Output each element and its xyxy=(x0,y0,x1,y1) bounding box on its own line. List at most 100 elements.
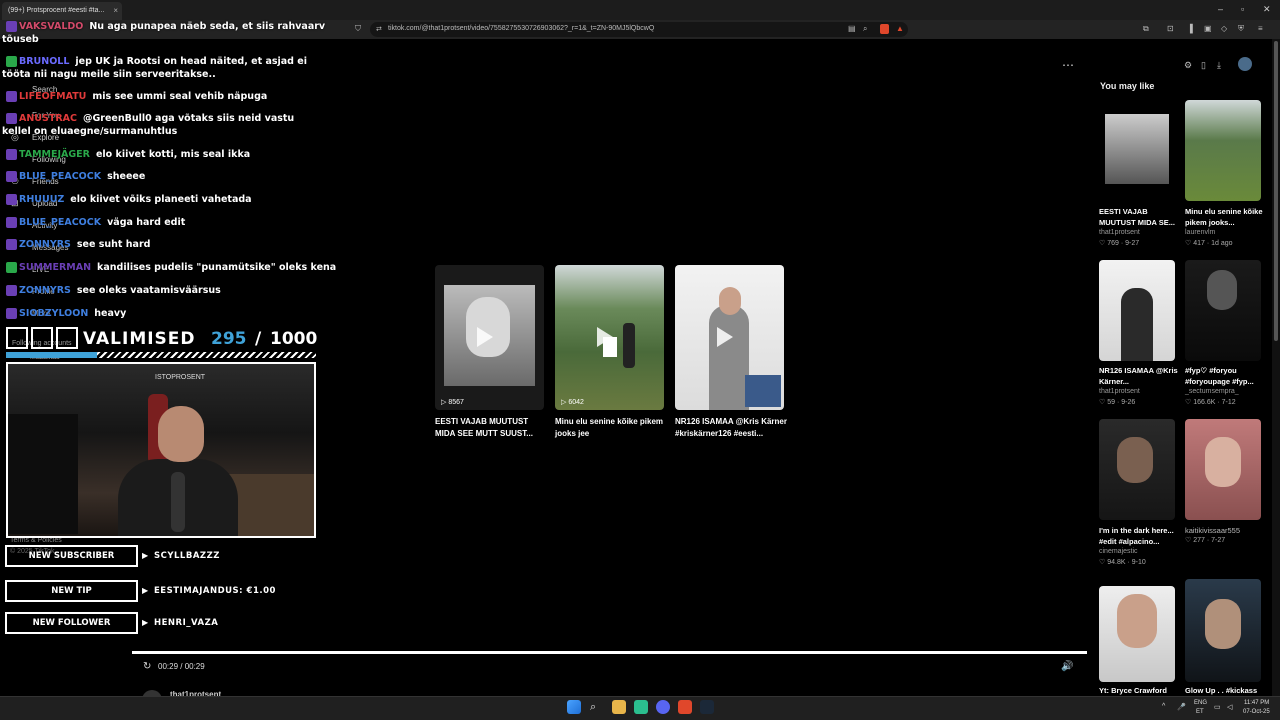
arrow-icon: ▶ xyxy=(142,618,149,627)
video-title[interactable]: NR126 ISAMAA @Kris Kärner #kriskärner126… xyxy=(675,416,787,440)
chat-username: BLUE_PEACOCK xyxy=(19,217,102,228)
event-value: SCYLLBAZZZ xyxy=(154,551,220,561)
recommended-author[interactable]: cinemajestic xyxy=(1099,548,1138,555)
vpn-icon[interactable]: ◇ xyxy=(1221,24,1227,33)
chat-username: RHUUUZ xyxy=(19,194,65,205)
recommended-author[interactable]: laurenvlm xyxy=(1185,229,1215,236)
volume-icon[interactable]: 🔊 xyxy=(1061,661,1073,672)
tab-close-icon[interactable]: × xyxy=(113,6,118,15)
wallet-icon[interactable]: ▣ xyxy=(1204,24,1212,33)
close-window-icon[interactable]: ✕ xyxy=(1263,4,1271,15)
recommended-title[interactable]: NR126 ISAMAA @Kris Kärner... xyxy=(1099,365,1179,387)
minimize-icon[interactable]: – xyxy=(1218,4,1223,14)
chat-message: tööta nii nagu meile siin serveeritakse.… xyxy=(2,69,216,80)
valimised-slash: / xyxy=(255,329,262,349)
bookmark-icon[interactable]: ⛉ xyxy=(355,24,361,34)
recommended-title[interactable]: #fyp♡ #foryou #foryoupage #fyp... xyxy=(1185,365,1265,387)
mic-icon[interactable]: 🎤 xyxy=(1177,703,1186,711)
shield-icon[interactable]: ⛨ xyxy=(1238,24,1244,34)
address-bar[interactable]: tiktok.com/@that1protsent/video/75582755… xyxy=(370,22,908,37)
browser-tab[interactable]: (99+) Protsprocent #eesti #ta... × xyxy=(2,2,122,20)
brave-icon[interactable] xyxy=(678,700,692,714)
clock-date[interactable]: 07-Oct-25 xyxy=(1243,709,1270,715)
chat-username: BRUNOLL xyxy=(19,56,70,67)
chat-message: elo kiivet kotti, mis seal ikka xyxy=(95,149,251,160)
chat-username: SUMMERMAN xyxy=(19,262,92,273)
recommended-thumbnail[interactable] xyxy=(1185,579,1261,682)
recommended-title[interactable]: I'm in the dark here... #edit #alpacino.… xyxy=(1099,525,1179,547)
chat-line: kellel on eluaegne/surmanuhtlus xyxy=(2,126,177,137)
event-value: EESTIMAJANDUS: €1.00 xyxy=(154,586,276,596)
recommended-author[interactable]: _sectumsempra_ xyxy=(1185,388,1239,395)
recommended-author[interactable]: that1protsent xyxy=(1099,229,1140,236)
video-title[interactable]: Minu elu senine kõike pikem jooks jee xyxy=(555,416,667,440)
recommended-thumbnail[interactable] xyxy=(1099,419,1175,520)
speaker-icon[interactable]: ◁ xyxy=(1227,703,1232,711)
chat-username: SIOBZYLOON xyxy=(19,308,89,319)
video-card[interactable]: ▷ 6042 xyxy=(555,265,664,410)
recommended-title[interactable]: Yt: Bryce Crawford xyxy=(1099,685,1179,696)
video-card[interactable]: ▷ 8567 xyxy=(435,265,544,410)
scrollbar-thumb[interactable] xyxy=(1274,41,1278,341)
tab-title: (99+) Protsprocent #eesti #ta... xyxy=(8,7,105,14)
download-icon[interactable]: ⤓ xyxy=(1217,60,1221,71)
recommended-thumbnail[interactable] xyxy=(1185,260,1261,361)
tray-chevron-icon[interactable]: ^ xyxy=(1162,703,1165,710)
app-icon[interactable] xyxy=(634,700,648,714)
user-avatar[interactable] xyxy=(1238,57,1252,71)
sidebar-icon[interactable]: ▐ xyxy=(1187,24,1193,33)
maximize-icon[interactable]: ▫ xyxy=(1241,4,1244,14)
recommended-title[interactable]: EESTI VAJAB MUUTUST MIDA SE... xyxy=(1099,206,1179,228)
webcam-label: ISTOPROSENT xyxy=(155,374,206,381)
terms-link[interactable]: Terms & Policies xyxy=(10,537,62,544)
settings-icon[interactable]: ⚙ xyxy=(1184,60,1192,71)
site-info-icon[interactable]: ⇄ xyxy=(376,25,382,33)
recommended-author[interactable]: that1protsent xyxy=(1099,388,1140,395)
chat-message: kellel on eluaegne/surmanuhtlus xyxy=(2,126,178,137)
chat-message: kandilises pudelis "punamütsike" oleks k… xyxy=(97,262,337,273)
chat-username: ZONNYRS xyxy=(19,239,71,250)
arrow-icon: ▶ xyxy=(142,586,149,595)
recommended-thumbnail[interactable] xyxy=(1099,100,1175,201)
replay-icon[interactable]: ↻ xyxy=(143,661,151,672)
video-progress-bar[interactable] xyxy=(132,651,1087,654)
chat-line: ZONNYRS see suht hard xyxy=(6,239,150,250)
video-card[interactable] xyxy=(675,265,784,410)
recommended-thumbnail[interactable] xyxy=(1099,260,1175,361)
menu-icon[interactable]: ≡ xyxy=(1258,24,1263,33)
start-icon[interactable] xyxy=(567,700,581,714)
recommended-thumbnail[interactable] xyxy=(1185,419,1261,520)
video-title[interactable]: EESTI VAJAB MUUTUST MIDA SEE MUTT SUUST.… xyxy=(435,416,547,440)
recommended-title[interactable]: Glow Up . . #kickass xyxy=(1185,685,1265,696)
translate-icon[interactable]: ⌕ xyxy=(863,24,867,34)
tabs-icon[interactable]: ⊡ xyxy=(1167,24,1174,33)
valimised-progress-fill xyxy=(6,352,98,358)
recommended-stats: ♡ 769 · 9-27 xyxy=(1099,240,1140,247)
file-explorer-icon[interactable] xyxy=(612,700,626,714)
chat-message: tõuseb xyxy=(2,34,39,45)
chat-message: mis see ummi seal vehib näpuga xyxy=(92,91,268,102)
lang-indicator[interactable]: ENG xyxy=(1194,700,1207,706)
mobile-icon[interactable]: ▯ xyxy=(1201,60,1206,71)
sub-badge-icon xyxy=(6,91,17,102)
recommended-title[interactable]: Minu elu senine kõike pikem jooks... xyxy=(1185,206,1265,228)
display-icon[interactable]: ▭ xyxy=(1214,703,1221,711)
rewards-icon[interactable]: ▲ xyxy=(896,24,904,33)
recommended-thumbnail[interactable] xyxy=(1099,586,1175,682)
clock-time[interactable]: 11:47 PM xyxy=(1244,700,1269,706)
discord-icon[interactable] xyxy=(656,700,670,714)
search-icon[interactable]: ⌕ xyxy=(590,701,604,715)
extensions-icon[interactable]: ⧉ xyxy=(1143,24,1149,34)
chat-username: LIFEOFMATU xyxy=(19,91,87,102)
sub-badge-icon xyxy=(6,149,17,160)
thumb-inset xyxy=(745,375,781,407)
recommended-title[interactable]: kaitikivissaar555 xyxy=(1185,525,1265,536)
sub-badge-icon xyxy=(6,21,17,32)
brave-shield-icon[interactable] xyxy=(880,24,889,34)
steam-icon[interactable] xyxy=(700,700,714,714)
recommended-thumbnail[interactable] xyxy=(1185,100,1261,201)
more-options-icon[interactable]: ⋯ xyxy=(1062,58,1074,72)
lang-indicator-2[interactable]: ET xyxy=(1196,709,1204,715)
chat-username: ANUSTRAC xyxy=(19,113,77,124)
reader-icon[interactable]: ▤ xyxy=(848,24,856,33)
